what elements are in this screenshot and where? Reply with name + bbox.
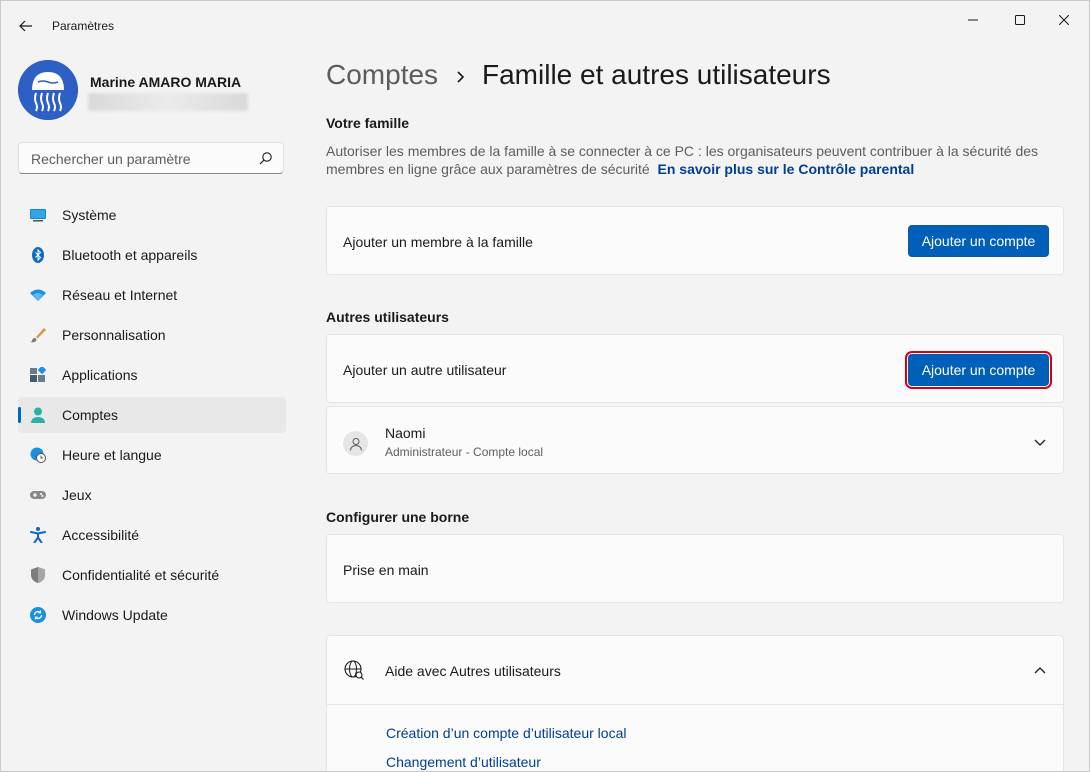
display-icon (30, 209, 46, 222)
user-account-type: Administrateur - Compte local (385, 445, 544, 459)
user-name: Naomi (385, 425, 426, 441)
sidebar-item-windows-update[interactable]: Windows Update (18, 597, 286, 633)
title-bar: Paramètres (1, 1, 1089, 49)
maximize-button[interactable] (998, 9, 1042, 31)
help-card: Aide avec Autres utilisateurs Création d… (326, 635, 1064, 771)
page-title: Famille et autres utilisateurs (482, 59, 831, 90)
profile-name: Marine AMARO MARIA (90, 74, 242, 90)
gamepad-icon (30, 491, 46, 499)
help-link-switch-user[interactable]: Changement d’utilisateur (386, 754, 541, 770)
help-header[interactable]: Aide avec Autres utilisateurs (327, 636, 1063, 704)
app-title: Paramètres (52, 19, 115, 33)
sidebar-item-confidentialite[interactable]: Confidentialité et sécurité (18, 557, 286, 593)
user-avatar (343, 431, 368, 456)
sidebar-item-personnalisation[interactable]: Personnalisation (18, 317, 286, 353)
jellyfish-avatar-icon (18, 60, 78, 120)
add-other-user-label: Ajouter un autre utilisateur (343, 362, 507, 378)
person-outline-icon (349, 437, 362, 451)
family-description: Autoriser les membres de la famille à se… (326, 143, 1039, 177)
sidebar-nav: Système Bluetooth et appareils Réseau et… (18, 197, 286, 637)
other-users-section-title: Autres utilisateurs (326, 309, 449, 325)
profile-avatar[interactable] (18, 60, 78, 120)
sidebar-item-jeux[interactable]: Jeux (18, 477, 286, 513)
chevron-up-icon[interactable] (1033, 664, 1047, 678)
search-input[interactable] (29, 149, 253, 169)
sidebar-item-comptes[interactable]: Comptes (18, 397, 286, 433)
globe-search-icon (344, 660, 364, 680)
kiosk-section-title: Configurer une borne (326, 509, 470, 525)
sidebar-item-heure-langue[interactable]: Heure et langue (18, 437, 286, 473)
refresh-icon (30, 607, 46, 623)
chevron-right-icon (457, 71, 465, 83)
accessibility-icon (30, 527, 46, 543)
kiosk-label: Prise en main (343, 562, 429, 578)
minimize-button[interactable] (951, 9, 995, 31)
close-button[interactable] (1042, 9, 1086, 31)
sidebar-item-applications[interactable]: Applications (18, 357, 286, 393)
minimize-icon (968, 19, 978, 21)
arrow-left-icon (19, 20, 32, 32)
add-family-label: Ajouter un membre à la famille (343, 234, 533, 250)
help-link-create-local-account[interactable]: Création d’un compte d’utilisateur local (386, 725, 626, 741)
divider (327, 704, 1063, 705)
help-title: Aide avec Autres utilisateurs (385, 663, 561, 679)
globe-clock-icon (30, 447, 46, 463)
apps-icon (30, 367, 46, 382)
search-box[interactable] (18, 142, 284, 174)
family-section-title: Votre famille (326, 115, 409, 131)
back-button[interactable] (15, 15, 37, 37)
sidebar-item-bluetooth[interactable]: Bluetooth et appareils (18, 237, 286, 273)
sidebar-item-accessibilite[interactable]: Accessibilité (18, 517, 286, 553)
parental-control-link[interactable]: En savoir plus sur le Contrôle parental (658, 161, 915, 177)
brush-icon (30, 328, 46, 343)
sidebar-item-reseau[interactable]: Réseau et Internet (18, 277, 286, 313)
kiosk-card[interactable]: Prise en main (326, 534, 1064, 603)
profile-email-redacted (88, 93, 248, 111)
person-icon (31, 407, 45, 423)
chevron-down-icon[interactable] (1033, 435, 1047, 449)
add-family-card: Ajouter un membre à la famille Ajouter u… (326, 206, 1064, 275)
sidebar-item-systeme[interactable]: Système (18, 197, 286, 233)
add-other-user-account-button[interactable]: Ajouter un compte (905, 351, 1052, 389)
breadcrumb-parent[interactable]: Comptes (326, 59, 438, 91)
settings-window: Paramètres Marine AMARO MARIA Système (0, 0, 1090, 772)
close-icon (1059, 15, 1069, 25)
search-icon[interactable] (259, 151, 273, 165)
bluetooth-icon (32, 247, 44, 263)
user-row-naomi[interactable]: Naomi Administrateur - Compte local (326, 406, 1064, 474)
add-family-account-button[interactable]: Ajouter un compte (908, 225, 1049, 257)
add-other-user-card: Ajouter un autre utilisateur Ajouter un … (326, 334, 1064, 403)
wifi-icon (30, 289, 46, 301)
shield-icon (31, 567, 45, 583)
maximize-icon (1015, 15, 1025, 25)
